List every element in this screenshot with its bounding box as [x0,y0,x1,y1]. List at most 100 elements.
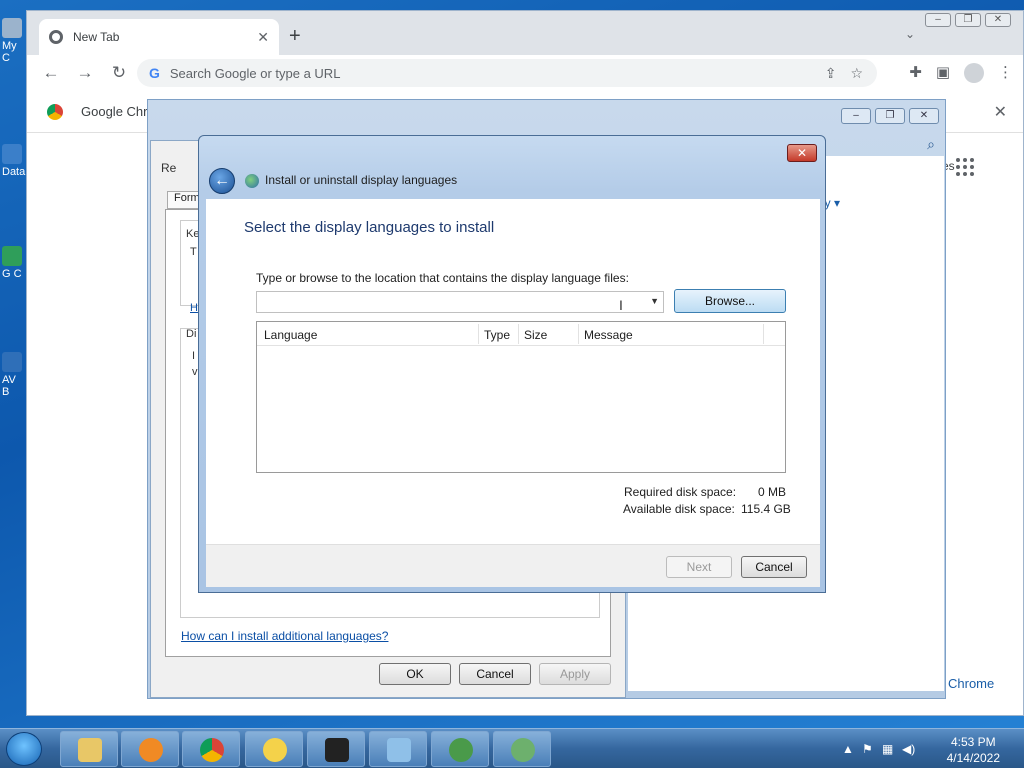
desktop-icon-data[interactable]: Data [2,144,26,178]
share-icon[interactable]: ⇪ [825,65,837,82]
available-space-label: Available disk space: [623,502,735,516]
restore-button[interactable]: ❐ [955,13,981,27]
media-player-icon [139,738,163,762]
taskbar: ▲ ⚑ ▦ ◀) 4:53 PM 4/14/2022 [0,728,1024,768]
location-combobox[interactable]: ▼ [256,291,664,313]
toolbar-icons: ✚ ▣ ⋮ [909,63,1013,83]
text-cursor-icon: I [619,297,623,313]
cp-close-button[interactable]: ✕ [909,108,939,124]
avg-icon [2,352,22,372]
ok-button[interactable]: OK [379,663,451,685]
chrome-toolbar: ← → ↻ G Search Google or type a URL ⇪ ☆ … [27,55,1023,91]
rl-stub: I [192,350,196,362]
volume-icon[interactable]: ◀) [902,742,915,756]
chrome-icon [2,246,22,266]
desktop-icon-label: AV B [2,374,16,398]
list-header: Language Type Size Message [257,322,785,346]
cp-window-controls: – ❐ ✕ [841,108,939,124]
7zip-icon [325,738,349,762]
chrome-logo-icon [47,103,63,120]
folder-icon [78,738,102,762]
forward-arrow-icon[interactable]: → [75,63,95,83]
action-center-icon[interactable]: ⚑ [862,742,873,756]
avg-icon [263,738,287,762]
taskbar-media-player[interactable] [121,731,179,767]
back-arrow-icon[interactable]: ← [41,63,61,83]
back-arrow-icon[interactable]: ← [209,168,235,194]
chrome-footer-link[interactable]: Chrome [948,676,994,691]
cp-restore-button[interactable]: ❐ [875,108,905,124]
column-size[interactable]: Size [524,328,547,342]
chrome-favicon-icon [49,30,63,44]
close-tab-icon[interactable]: ✕ [257,29,269,46]
new-tab-button[interactable]: + [289,25,301,48]
rl-stub[interactable]: H [190,302,198,314]
cp-minimize-button[interactable]: – [841,108,871,124]
browse-button[interactable]: Browse... [674,289,786,313]
show-hidden-icons-icon[interactable]: ▲ [842,742,854,756]
minimize-button[interactable]: – [925,13,951,27]
side-panel-icon[interactable]: ▣ [936,63,950,83]
clock-time: 4:53 PM [950,735,996,749]
taskbar-region-language[interactable] [493,731,551,767]
rl-stub: T [190,246,197,258]
system-tray: ▲ ⚑ ▦ ◀) 4:53 PM 4/14/2022 [834,729,1024,768]
desktop-icon-label: Data [2,166,26,178]
reload-icon[interactable]: ↻ [109,63,129,83]
column-message[interactable]: Message [584,328,633,342]
profile-avatar-icon[interactable] [964,63,984,83]
available-space-value: 115.4 GB [741,502,791,516]
start-button[interactable] [6,732,42,766]
taskbar-avg[interactable] [245,731,303,767]
languages-list[interactable]: Language Type Size Message [256,321,786,473]
column-divider [578,324,579,344]
region-language-icon [511,738,535,762]
close-window-button[interactable]: ✕ [985,13,1011,27]
cancel-button[interactable]: Cancel [459,663,531,685]
taskbar-globe[interactable] [431,731,489,767]
taskbar-explorer[interactable] [60,731,118,767]
taskbar-7zip[interactable] [307,731,365,767]
rl-stub: v [192,366,198,378]
infobar-text: Google Chr [81,104,148,119]
omnibox[interactable]: G Search Google or type a URL ⇪ ☆ [137,59,877,87]
google-g-icon: G [149,65,160,81]
infobar-close-icon[interactable]: ✕ [994,102,1007,122]
globe-icon [245,174,259,188]
install-languages-dialog: ✕ ← Install or uninstall display languag… [198,135,826,593]
globe-icon [449,738,473,762]
network-icon[interactable]: ▦ [882,742,893,756]
chrome-window-controls: – ❐ ✕ [925,13,1011,27]
tab-new-tab[interactable]: New Tab ✕ [39,19,279,55]
search-icon[interactable]: ⌕ [927,136,935,153]
column-type[interactable]: Type [484,328,510,342]
next-button[interactable]: Next [666,556,732,578]
required-space-value: 0 MB [758,485,787,499]
computer-icon [2,18,22,38]
install-languages-link[interactable]: How can I install additional languages? [181,629,388,643]
extensions-puzzle-icon[interactable]: ✚ [909,63,922,83]
omnibox-placeholder: Search Google or type a URL [169,65,341,81]
clock-date: 4/14/2022 [946,751,1000,765]
taskbar-control-panel[interactable] [369,731,427,767]
taskbar-chrome[interactable] [182,731,240,767]
tab-search-chevron-icon[interactable]: ⌄ [905,27,915,41]
apply-button[interactable]: Apply [539,663,611,685]
tab-strip: New Tab ✕ + ⌄ – ❐ ✕ [27,11,1023,55]
desktop-icon-avg[interactable]: AV B [2,352,26,398]
column-language[interactable]: Language [264,328,317,342]
chrome-icon [200,738,224,762]
menu-kebab-icon[interactable]: ⋮ [998,63,1013,83]
dialog-footer: Next Cancel [206,544,820,587]
dropdown-arrow-icon[interactable]: ▼ [650,296,659,306]
bookmark-star-icon[interactable]: ☆ [850,65,863,82]
desktop-icon-computer[interactable]: My C [2,18,26,64]
desktop-icon-label: My C [2,40,17,64]
apps-grid-icon[interactable] [956,158,974,176]
cancel-button[interactable]: Cancel [741,556,807,578]
column-divider [763,324,764,344]
clock[interactable]: 4:53 PM 4/14/2022 [947,734,1000,766]
data-icon [2,144,22,164]
dialog-close-button[interactable]: ✕ [787,144,817,162]
desktop-icon-chrome[interactable]: G C [2,246,26,280]
